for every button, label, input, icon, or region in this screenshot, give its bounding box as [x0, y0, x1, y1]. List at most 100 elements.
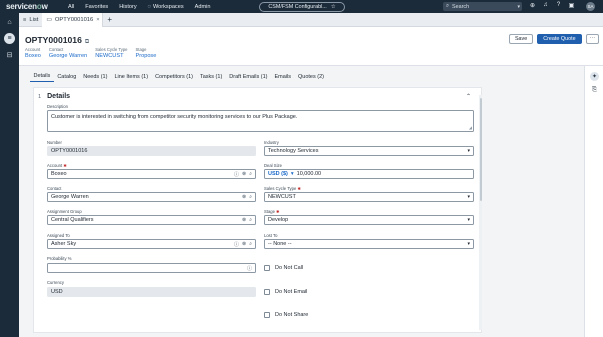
global-search[interactable]: ⌕ Search ▾	[443, 2, 522, 11]
tab-emails[interactable]: Emails	[271, 74, 295, 82]
number-field: OPTY0001016	[47, 146, 256, 156]
chevron-down-icon: ▾	[467, 148, 470, 154]
header-fields: Account Boxeo Contact George Warren Sale…	[25, 47, 156, 59]
resize-handle-icon[interactable]: ◢	[469, 125, 472, 130]
industry-label: Industry	[264, 140, 279, 145]
sales-cycle-label: Sales Cycle Type ✱	[264, 186, 301, 191]
header-field-sales-cycle: Sales Cycle Type NEWCUST	[95, 47, 128, 59]
stage-label: Stage ✱	[264, 209, 280, 214]
close-icon[interactable]: ×	[96, 17, 99, 23]
checkbox-box[interactable]	[264, 265, 270, 271]
globe-icon[interactable]: ⊕	[529, 2, 536, 9]
record-tabs-bar: ≡ List ▭ OPTY0001016 × +	[19, 12, 603, 27]
currency-label: Currency	[47, 280, 64, 285]
lost-to-select[interactable]: -- None -- ▾	[264, 239, 474, 249]
tab-line-items[interactable]: Line Items (1)	[111, 74, 152, 82]
copy-icon[interactable]: ⧉	[85, 39, 89, 45]
home-icon[interactable]: ⌂	[4, 17, 15, 28]
add-tab-button[interactable]: +	[103, 15, 112, 24]
preview-icon[interactable]: ⓘ	[234, 241, 239, 248]
do-not-share-checkbox[interactable]: Do Not Share	[264, 312, 308, 318]
search-icon[interactable]: ⌕	[249, 217, 252, 223]
stage-select[interactable]: Develop ▾	[264, 215, 474, 225]
chat-icon[interactable]: ▣	[568, 2, 575, 9]
main-menu: All Favorites History ◌ Workspaces Admin	[68, 4, 211, 10]
more-actions-button[interactable]: ⋯	[585, 34, 599, 44]
list-icon[interactable]: ≡	[4, 33, 15, 44]
chevron-down-icon: ▾	[467, 194, 470, 200]
header-field-contact: Contact George Warren	[48, 47, 88, 59]
search-icon[interactable]: ⌕	[249, 171, 252, 178]
checkbox-box[interactable]	[264, 289, 270, 295]
do-not-email-checkbox[interactable]: Do Not Email	[264, 289, 307, 295]
preview-icon[interactable]: ⓘ	[234, 171, 239, 178]
hierarchy-icon[interactable]: ⊟	[4, 49, 15, 60]
info-icon[interactable]: ⓘ	[247, 265, 252, 272]
menu-admin[interactable]: Admin	[195, 4, 211, 10]
description-field[interactable]: Customer is interested in switching from…	[47, 110, 474, 132]
workspaces-icon: ◌	[147, 3, 151, 10]
tab-record[interactable]: ▭ OPTY0001016 ×	[42, 12, 104, 27]
tab-competitors[interactable]: Competitors (1)	[152, 74, 197, 82]
clear-icon[interactable]: ⊗	[242, 217, 246, 223]
attachment-icon[interactable]: ⎘	[590, 86, 599, 95]
chevron-down-icon: ▾	[467, 241, 470, 247]
user-avatar[interactable]: SA	[586, 2, 595, 11]
chevron-down-icon: ▾	[467, 217, 470, 223]
tab-list[interactable]: ≡ List	[19, 13, 42, 27]
currency-select[interactable]: USD ($)	[268, 171, 288, 177]
tab-needs[interactable]: Needs (1)	[80, 74, 111, 82]
sales-cycle-select[interactable]: NEWCUST ▾	[264, 192, 474, 202]
header-field-account: Account Boxeo	[25, 47, 41, 59]
clear-icon[interactable]: ⊗	[242, 171, 246, 178]
top-icons: ⊕ ♫ ? ▣	[529, 2, 575, 9]
servicenow-logo[interactable]: servicenow	[0, 2, 68, 11]
clear-icon[interactable]: ⊗	[242, 194, 246, 200]
chevron-down-icon: ▾	[290, 171, 294, 177]
header-actions: Save Create Quote ⋯	[508, 34, 599, 44]
tab-details[interactable]: Details	[30, 73, 54, 82]
star-icon[interactable]: ☆	[331, 4, 336, 10]
record-header: OPTY0001016 ⧉ Account Boxeo Contact Georg…	[19, 27, 603, 66]
search-icon: ⌕	[446, 3, 450, 9]
number-label: Number	[47, 140, 62, 145]
probability-field[interactable]: ⓘ	[47, 263, 256, 273]
search-icon[interactable]: ⌕	[249, 241, 252, 248]
record-icon: ▭	[46, 16, 52, 23]
menu-favorites[interactable]: Favorites	[85, 4, 108, 10]
form-subtabs: Details Catalog Needs (1) Line Items (1)…	[30, 72, 327, 82]
deal-size-field[interactable]: USD ($) ▾ 10,000.00	[264, 169, 474, 179]
tab-quotes[interactable]: Quotes (2)	[295, 74, 328, 82]
tab-draft-emails[interactable]: Draft Emails (1)	[226, 74, 271, 82]
search-icon[interactable]: ⌕	[249, 194, 252, 200]
assist-icon[interactable]: ✦	[590, 72, 599, 81]
currency-field: USD	[47, 287, 256, 297]
do-not-call-checkbox[interactable]: Do Not Call	[264, 265, 303, 271]
menu-workspaces[interactable]: ◌ Workspaces	[148, 4, 184, 10]
scope-title-pill[interactable]: CSM/FSM Configurabl... ☆	[259, 1, 345, 12]
tab-catalog[interactable]: Catalog	[54, 74, 80, 82]
bell-icon[interactable]: ♫	[542, 2, 549, 9]
search-dropdown-icon[interactable]: ▾	[517, 4, 520, 10]
create-quote-button[interactable]: Create Quote	[537, 34, 582, 44]
tab-tasks[interactable]: Tasks (1)	[196, 74, 225, 82]
scrollbar-thumb[interactable]	[479, 98, 482, 201]
list-icon: ≡	[23, 16, 27, 23]
assigned-to-field[interactable]: Asher Sky ⓘ ⊗ ⌕	[47, 239, 256, 249]
probability-label: Probability %	[47, 256, 72, 261]
menu-history[interactable]: History	[119, 4, 136, 10]
chevron-up-icon[interactable]: ⌃	[466, 93, 471, 100]
save-button[interactable]: Save	[508, 34, 534, 44]
industry-select[interactable]: Technology Services ▾	[264, 146, 474, 156]
checkbox-box[interactable]	[264, 312, 270, 318]
assignment-group-label: Assignment Group	[47, 209, 82, 214]
assignment-group-field[interactable]: Central Qualifiers ⊗ ⌕	[47, 215, 256, 225]
left-rail: ⌂ ≡ ⊟	[0, 13, 19, 337]
description-label: Description	[47, 104, 68, 109]
menu-all[interactable]: All	[68, 4, 74, 10]
deal-size-label: Deal Size	[264, 163, 282, 168]
help-icon[interactable]: ?	[555, 2, 562, 9]
contact-field[interactable]: George Warren ⊗ ⌕	[47, 192, 256, 202]
clear-icon[interactable]: ⊗	[242, 241, 246, 248]
account-field[interactable]: Boxeo ⓘ ⊗ ⌕	[47, 169, 256, 179]
